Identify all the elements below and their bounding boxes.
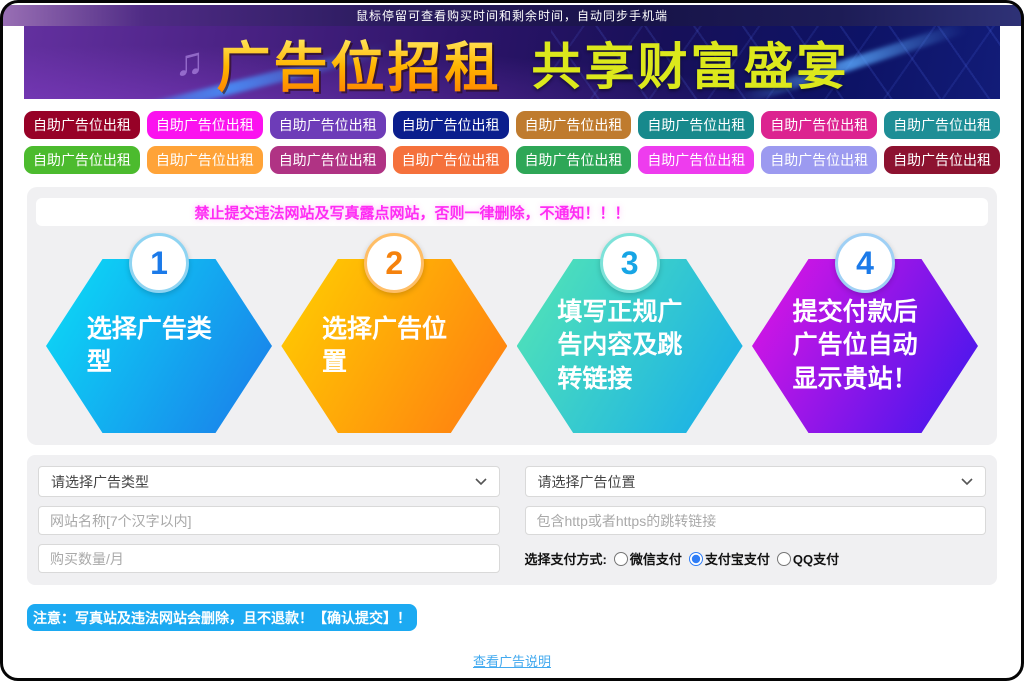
self-service-ad-rent-button[interactable]: 自助广告位出租 (147, 146, 263, 174)
ad-position-select-value: 请选择广告位置 (538, 472, 636, 492)
step-2-hexagon: 2 选择广告位 置 (281, 233, 507, 433)
payment-method-label: 选择支付方式: (525, 549, 607, 568)
ad-rental-page: 鼠标停留可查看购买时间和剩余时间，自动同步手机端 ♫ 广告位招租 共享财富盛宴 … (0, 0, 1024, 681)
top-notice-text: 鼠标停留可查看购买时间和剩余时间，自动同步手机端 (356, 7, 668, 24)
self-service-ad-rent-button[interactable]: 自助广告位出租 (24, 146, 140, 174)
step-1-text: 选择广告类 型 (87, 313, 232, 380)
self-service-ad-rent-button[interactable]: 自助广告位出租 (761, 146, 877, 174)
jump-link-input[interactable] (525, 506, 987, 535)
banner-title: 广告位招租 (217, 26, 502, 99)
self-service-ad-rent-button[interactable]: 自助广告位出租 (516, 111, 632, 139)
self-service-ad-rent-button[interactable]: 自助广告位出租 (393, 146, 509, 174)
footer: 查看广告说明 (0, 651, 1024, 671)
steps-row: 1 选择广告类 型 2 选择广告位 置 3 填写正规广 告内容及跳 转链接 4 (46, 233, 978, 433)
quantity-input[interactable] (38, 544, 500, 573)
ad-form-panel: 请选择广告类型 请选择广告位置 选择支付方式: 微信支付 支付宝支付 (27, 455, 997, 585)
wechat-pay-label: 微信支付 (630, 549, 682, 568)
warning-bar: 禁止提交违法网站及写真露点网站，否则一律删除，不通知！！！ (36, 198, 988, 226)
payment-option-qq[interactable]: QQ支付 (777, 549, 839, 568)
self-service-ad-rent-button[interactable]: 自助广告位出租 (884, 111, 1000, 139)
self-service-ad-rent-button[interactable]: 自助广告位出租 (24, 111, 140, 139)
confirm-submit-button[interactable]: 注意：写真站及违法网站会删除，且不退款！【确认提交】！ (27, 604, 417, 631)
ad-buttons-row-1: 自助广告位出租自助广告位出租自助广告位出租自助广告位出租自助广告位出租自助广告位… (24, 111, 1000, 139)
self-service-ad-rent-button[interactable]: 自助广告位出租 (393, 111, 509, 139)
self-service-ad-rent-button[interactable]: 自助广告位出租 (147, 111, 263, 139)
steps-panel: 禁止提交违法网站及写真露点网站，否则一律删除，不通知！！！ 1 选择广告类 型 … (27, 187, 997, 445)
ad-position-select[interactable]: 请选择广告位置 (525, 466, 987, 497)
banner-subtitle: 共享财富盛宴 (532, 27, 850, 99)
alipay-label: 支付宝支付 (705, 549, 770, 568)
payment-option-wechat[interactable]: 微信支付 (614, 549, 682, 568)
chevron-down-icon (961, 478, 973, 486)
self-service-ad-rent-button[interactable]: 自助广告位出租 (638, 146, 754, 174)
self-service-ad-rent-button[interactable]: 自助广告位出租 (638, 111, 754, 139)
self-service-ad-rent-button[interactable]: 自助广告位出租 (270, 111, 386, 139)
banner: ♫ 广告位招租 共享财富盛宴 (24, 26, 1000, 99)
self-service-ad-rent-button[interactable]: 自助广告位出租 (516, 146, 632, 174)
qq-pay-label: QQ支付 (793, 549, 839, 568)
step-4-number-badge: 4 (835, 233, 895, 293)
ad-type-select-value: 请选择广告类型 (51, 472, 149, 492)
self-service-ad-rent-button[interactable]: 自助广告位出租 (884, 146, 1000, 174)
wechat-pay-radio[interactable] (614, 552, 628, 566)
payment-option-alipay[interactable]: 支付宝支付 (689, 549, 770, 568)
view-ad-instructions-link[interactable]: 查看广告说明 (473, 654, 551, 669)
site-name-input[interactable] (38, 506, 500, 535)
self-service-ad-rent-button[interactable]: 自助广告位出租 (761, 111, 877, 139)
ad-buttons-row-2: 自助广告位出租自助广告位出租自助广告位出租自助广告位出租自助广告位出租自助广告位… (24, 146, 1000, 174)
step-3-number-badge: 3 (600, 233, 660, 293)
alipay-radio[interactable] (689, 552, 703, 566)
step-4-text: 提交付款后 广告位自动 显示贵站！ (793, 296, 938, 396)
step-3-text: 填写正规广 告内容及跳 转链接 (557, 296, 702, 396)
step-2-text: 选择广告位 置 (322, 313, 467, 380)
step-1-hexagon: 1 选择广告类 型 (46, 233, 272, 433)
chevron-down-icon (475, 478, 487, 486)
warning-text: 禁止提交违法网站及写真露点网站，否则一律删除，不通知！！！ (194, 202, 629, 223)
step-1-number-badge: 1 (129, 233, 189, 293)
payment-method-group: 选择支付方式: 微信支付 支付宝支付 QQ支付 (525, 544, 987, 573)
music-notes-icon: ♫ (175, 40, 205, 85)
ad-form-grid: 请选择广告类型 请选择广告位置 选择支付方式: 微信支付 支付宝支付 (38, 466, 986, 573)
step-2-number-badge: 2 (364, 233, 424, 293)
qq-pay-radio[interactable] (777, 552, 791, 566)
top-notice-bar: 鼠标停留可查看购买时间和剩余时间，自动同步手机端 (0, 5, 1024, 26)
ad-type-select[interactable]: 请选择广告类型 (38, 466, 500, 497)
step-3-hexagon: 3 填写正规广 告内容及跳 转链接 (517, 233, 743, 433)
self-service-ad-rent-button[interactable]: 自助广告位出租 (270, 146, 386, 174)
step-4-hexagon: 4 提交付款后 广告位自动 显示贵站！ (752, 233, 978, 433)
